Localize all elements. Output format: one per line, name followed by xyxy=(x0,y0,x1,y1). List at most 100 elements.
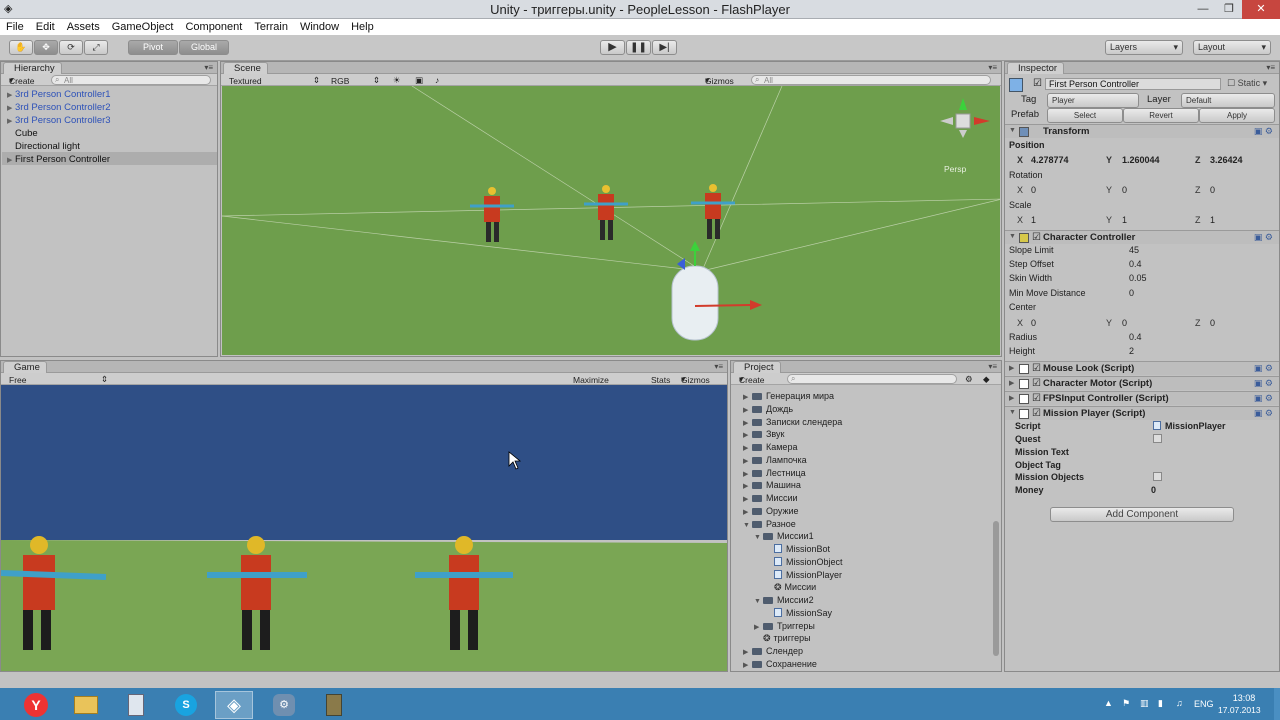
project-item[interactable]: ▶ Миссии xyxy=(743,493,798,503)
fps-input-header[interactable]: ▶ ☑ FPSInput Controller (Script) ▣ ⚙ xyxy=(1005,391,1279,405)
close-button[interactable]: ✕ xyxy=(1242,0,1280,19)
scale-tool-icon[interactable]: ⤢ xyxy=(84,40,108,55)
volume-icon[interactable]: ♫ xyxy=(1176,698,1183,708)
language-indicator[interactable]: ENG xyxy=(1194,699,1214,709)
rotation-x-field[interactable]: 0 xyxy=(1031,185,1036,195)
active-checkbox[interactable]: ☑ xyxy=(1033,78,1042,89)
scene-search-input[interactable]: ⌕ All xyxy=(751,75,991,85)
project-item[interactable]: ▶ Сохранение xyxy=(743,659,817,669)
menu-window[interactable]: Window xyxy=(294,21,345,33)
collapse-arrow-icon[interactable]: ▼ xyxy=(1009,409,1016,416)
project-search-input[interactable]: ⌕ xyxy=(787,374,957,384)
network-icon[interactable]: ▥ xyxy=(1140,698,1149,709)
project-item[interactable]: ▶ Генерация мира xyxy=(743,391,834,401)
filter-by-label-icon[interactable]: ◆ xyxy=(983,374,990,385)
project-item[interactable]: ❂ Миссии xyxy=(765,582,816,593)
panel-menu-icon[interactable]: ▾≡ xyxy=(988,362,997,371)
tab-hierarchy[interactable]: Hierarchy xyxy=(3,62,62,74)
expand-arrow-icon[interactable]: ▶ xyxy=(743,431,752,439)
panel-menu-icon[interactable]: ▾≡ xyxy=(714,362,723,371)
gizmos-toggle[interactable]: Gizmos ▾ xyxy=(681,374,710,385)
game-viewport[interactable] xyxy=(1,385,727,671)
component-settings-icon[interactable]: ▣ ⚙ xyxy=(1254,378,1273,389)
collapse-arrow-icon[interactable]: ▼ xyxy=(743,522,752,529)
move-tool-icon[interactable]: ✥ xyxy=(34,40,58,55)
hierarchy-item[interactable]: ▶ 3rd Person Controller2 xyxy=(7,102,111,113)
prefab-apply-button[interactable]: Apply xyxy=(1199,108,1275,123)
file-explorer-icon[interactable] xyxy=(67,691,105,719)
skype-icon[interactable]: S xyxy=(167,691,205,719)
center-y-field[interactable]: 0 xyxy=(1122,318,1127,328)
project-item[interactable]: ▶ Записки слендера xyxy=(743,417,842,427)
maximize-button[interactable]: ❐ xyxy=(1216,0,1242,19)
enabled-checkbox[interactable]: ☑ xyxy=(1032,408,1041,419)
layout-dropdown[interactable]: Layout ▾ xyxy=(1193,40,1271,55)
project-scrollbar[interactable] xyxy=(993,521,999,656)
component-settings-icon[interactable]: ▣ ⚙ xyxy=(1254,363,1273,374)
height-field[interactable]: 2 xyxy=(1129,346,1134,356)
settings-app-icon[interactable]: ⚙ xyxy=(265,691,303,719)
collapse-arrow-icon[interactable]: ▼ xyxy=(1009,233,1016,240)
tag-dropdown[interactable]: Player xyxy=(1047,93,1139,108)
add-component-button[interactable]: Add Component xyxy=(1050,507,1234,522)
scale-z-field[interactable]: 1 xyxy=(1210,215,1215,225)
expand-arrow-icon[interactable]: ▶ xyxy=(743,482,752,490)
expand-arrow-icon[interactable]: ▶ xyxy=(1009,379,1014,387)
image-toggle-icon[interactable]: ▣ xyxy=(415,75,423,86)
radius-field[interactable]: 0.4 xyxy=(1129,332,1142,342)
menu-terrain[interactable]: Terrain xyxy=(248,21,294,33)
slope-limit-field[interactable]: 45 xyxy=(1129,245,1139,255)
menu-file[interactable]: File xyxy=(0,21,30,33)
pivot-toggle[interactable]: Pivot xyxy=(128,40,178,55)
panel-menu-icon[interactable]: ▾≡ xyxy=(204,63,213,72)
enabled-checkbox[interactable]: ☑ xyxy=(1032,232,1041,243)
component-settings-icon[interactable]: ▣ ⚙ xyxy=(1254,408,1273,419)
project-item[interactable]: ▶ Лампочка xyxy=(743,455,807,465)
scene-viewport[interactable]: Persp xyxy=(222,86,1000,355)
position-y-field[interactable]: 1.260044 xyxy=(1122,155,1160,165)
quest-checkbox[interactable] xyxy=(1153,434,1162,443)
expand-arrow-icon[interactable]: ▶ xyxy=(754,623,763,631)
character-motor-header[interactable]: ▶ ☑ Character Motor (Script) ▣ ⚙ xyxy=(1005,376,1279,390)
enabled-checkbox[interactable]: ☑ xyxy=(1032,393,1041,404)
project-item[interactable]: MissionSay xyxy=(765,607,832,618)
expand-arrow-icon[interactable]: ▶ xyxy=(743,508,752,516)
pause-button[interactable]: ❚❚ xyxy=(626,40,651,55)
project-item[interactable]: ▶ Лестница xyxy=(743,468,806,478)
mouse-look-header[interactable]: ▶ ☑ Mouse Look (Script) ▣ ⚙ xyxy=(1005,361,1279,375)
layers-dropdown[interactable]: Layers ▾ xyxy=(1105,40,1183,55)
step-button[interactable]: ▶| xyxy=(652,40,677,55)
object-name-field[interactable]: First Person Controller xyxy=(1045,78,1221,90)
hierarchy-item[interactable]: ▶ 3rd Person Controller1 xyxy=(7,89,111,100)
hierarchy-item[interactable]: Cube xyxy=(15,128,38,139)
project-item[interactable]: MissionObject xyxy=(765,556,843,567)
rotation-z-field[interactable]: 0 xyxy=(1210,185,1215,195)
static-checkbox[interactable]: ☐ Static ▾ xyxy=(1227,78,1267,89)
expand-arrow-icon[interactable]: ▶ xyxy=(743,661,752,669)
tab-project[interactable]: Project xyxy=(733,361,781,373)
project-item[interactable]: ▶ Дождь xyxy=(743,404,793,414)
enabled-checkbox[interactable]: ☑ xyxy=(1032,363,1041,374)
lighting-toggle-icon[interactable]: ☀ xyxy=(393,75,401,86)
position-z-field[interactable]: 3.26424 xyxy=(1210,155,1243,165)
money-field[interactable]: 0 xyxy=(1151,485,1156,495)
center-z-field[interactable]: 0 xyxy=(1210,318,1215,328)
rotate-tool-icon[interactable]: ⟳ xyxy=(59,40,83,55)
step-offset-field[interactable]: 0.4 xyxy=(1129,259,1142,269)
mission-objects-checkbox[interactable] xyxy=(1153,472,1162,481)
tab-inspector[interactable]: Inspector xyxy=(1007,62,1065,74)
persp-label[interactable]: Persp xyxy=(944,164,966,174)
hierarchy-create-button[interactable]: Create ▾ xyxy=(9,75,35,86)
play-button[interactable]: ▶ xyxy=(600,40,625,55)
project-item[interactable]: ▶ Триггеры xyxy=(754,621,815,631)
prefab-select-button[interactable]: Select xyxy=(1047,108,1123,123)
hierarchy-item[interactable]: Directional light xyxy=(15,141,80,152)
menu-help[interactable]: Help xyxy=(345,21,380,33)
hierarchy-search-input[interactable]: ⌕ All xyxy=(51,75,211,85)
menu-gameobject[interactable]: GameObject xyxy=(106,21,180,33)
expand-arrow-icon[interactable]: ▶ xyxy=(7,104,15,112)
expand-arrow-icon[interactable]: ▶ xyxy=(743,495,752,503)
min-move-distance-field[interactable]: 0 xyxy=(1129,288,1134,298)
collapse-arrow-icon[interactable]: ▼ xyxy=(1009,127,1016,134)
hierarchy-item-selected[interactable]: ▶ First Person Controller xyxy=(7,154,110,165)
